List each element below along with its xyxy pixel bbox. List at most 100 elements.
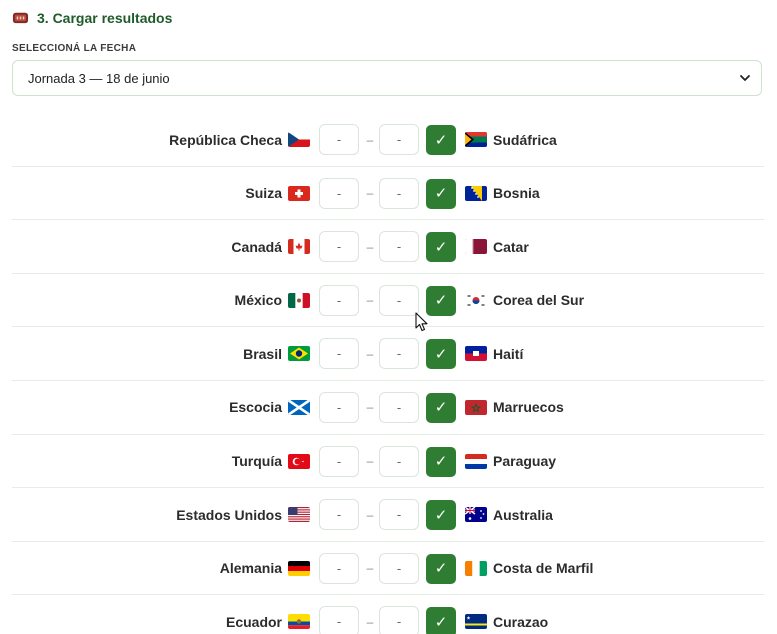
flag-kr-icon: [465, 292, 487, 308]
match-row: Turquía - – - ✓ Paraguay: [12, 435, 764, 489]
checkmark-icon: ✓: [434, 131, 448, 149]
away-score-input[interactable]: -: [379, 124, 419, 155]
home-team: República Checa: [169, 113, 310, 166]
flag-ba-icon: [465, 185, 487, 201]
checkmark-icon: ✓: [434, 613, 448, 631]
away-score-input[interactable]: -: [379, 606, 419, 634]
flag-au-icon: [465, 507, 487, 523]
home-team-name: Ecuador: [225, 613, 282, 630]
flag-ca-icon: [288, 239, 310, 255]
match-row: México - – - ✓ Corea del Sur: [12, 274, 764, 328]
home-team: México: [235, 274, 310, 327]
match-row: Estados Unidos - – - ✓ Australia: [12, 488, 764, 542]
results-page: 3. Cargar resultados SELECCIONÁ LA FECHA…: [0, 0, 777, 634]
section-header: 3. Cargar resultados: [12, 9, 172, 26]
match-row: Brasil - – - ✓ Haití: [12, 327, 764, 381]
match-row: Suiza - – - ✓ Bosnia: [12, 167, 764, 221]
flag-us-icon: [288, 507, 310, 523]
flag-qa-icon: [465, 239, 487, 255]
section-title: 3. Cargar resultados: [37, 9, 173, 26]
away-team-name: Bosnia: [493, 185, 540, 202]
flag-ma-icon: [465, 399, 487, 415]
save-result-button[interactable]: ✓: [426, 232, 456, 263]
save-result-button[interactable]: ✓: [426, 607, 456, 634]
save-result-button[interactable]: ✓: [426, 285, 456, 316]
away-score-input[interactable]: -: [379, 391, 419, 423]
match-list: República Checa - – - ✓ Sudáfrica Suiza - – - ✓ Bos…: [12, 113, 764, 634]
away-score-input[interactable]: -: [379, 338, 419, 370]
away-team: Australia: [465, 488, 553, 541]
home-score-input[interactable]: -: [319, 391, 359, 423]
score-separator: –: [366, 400, 374, 415]
away-team-name: Paraguay: [493, 453, 557, 470]
flag-cw-icon: [465, 614, 487, 630]
flag-br-icon: [288, 346, 310, 362]
away-team: Marruecos: [465, 381, 564, 434]
home-score-input[interactable]: -: [319, 445, 359, 477]
home-team: Turquía: [232, 435, 310, 488]
home-team: Canadá: [231, 220, 310, 273]
date-select[interactable]: Jornada 3 — 18 de junio: [12, 60, 762, 96]
away-score-input[interactable]: -: [379, 499, 419, 531]
save-result-button[interactable]: ✓: [426, 178, 456, 209]
home-team: Brasil: [243, 327, 310, 380]
home-team-name: Turquía: [231, 453, 282, 470]
away-team-name: Sudáfrica: [493, 131, 557, 148]
score-separator: –: [366, 507, 374, 522]
save-result-button[interactable]: ✓: [426, 339, 456, 370]
away-team: Sudáfrica: [465, 113, 557, 166]
away-score-input[interactable]: -: [379, 177, 419, 209]
flag-ch-icon: [288, 185, 310, 201]
home-score-input[interactable]: -: [319, 124, 359, 155]
flag-sco-icon: [288, 399, 310, 415]
save-result-button[interactable]: ✓: [426, 553, 456, 584]
away-team-name: Corea del Sur: [493, 292, 585, 309]
checkmark-icon: ✓: [434, 238, 448, 256]
score-separator: –: [366, 239, 374, 254]
score-separator: –: [366, 454, 374, 469]
home-team-name: Estados Unidos: [176, 506, 282, 523]
away-score-input[interactable]: -: [379, 231, 419, 263]
gamepad-icon: [12, 12, 29, 24]
home-score-input[interactable]: -: [319, 552, 359, 584]
home-team: Ecuador: [226, 595, 310, 634]
away-score-input[interactable]: -: [379, 552, 419, 584]
flag-py-icon: [465, 453, 487, 469]
home-team: Estados Unidos: [176, 488, 310, 541]
checkmark-icon: ✓: [434, 560, 448, 578]
home-score-input[interactable]: -: [319, 338, 359, 370]
away-team-name: Marruecos: [493, 399, 564, 416]
home-score-input[interactable]: -: [319, 177, 359, 209]
save-result-button[interactable]: ✓: [426, 446, 456, 477]
save-result-button[interactable]: ✓: [426, 125, 456, 155]
home-score-input[interactable]: -: [319, 499, 359, 531]
away-team: Costa de Marfil: [465, 542, 593, 595]
flag-ht-icon: [465, 346, 487, 362]
date-picker-label: SELECCIONÁ LA FECHA: [12, 43, 137, 54]
away-score-input[interactable]: -: [379, 445, 419, 477]
save-result-button[interactable]: ✓: [426, 392, 456, 423]
flag-mx-icon: [288, 292, 310, 308]
flag-cz-icon: [288, 132, 310, 147]
home-team-name: Suiza: [245, 185, 282, 202]
home-team: Suiza: [245, 167, 310, 220]
away-score-input[interactable]: -: [379, 284, 419, 316]
home-team-name: República Checa: [169, 131, 282, 148]
checkmark-icon: ✓: [434, 399, 448, 417]
away-team-name: Australia: [493, 506, 553, 523]
save-result-button[interactable]: ✓: [426, 500, 456, 531]
score-separator: –: [366, 132, 374, 147]
flag-za-icon: [465, 132, 487, 147]
home-score-input[interactable]: -: [319, 606, 359, 634]
checkmark-icon: ✓: [434, 453, 448, 471]
checkmark-icon: ✓: [434, 185, 448, 203]
away-team: Catar: [465, 220, 529, 273]
away-team: Bosnia: [465, 167, 540, 220]
flag-de-icon: [288, 560, 310, 576]
checkmark-icon: ✓: [434, 345, 448, 363]
away-team: Corea del Sur: [465, 274, 584, 327]
home-team: Escocia: [229, 381, 310, 434]
score-separator: –: [366, 561, 374, 576]
home-score-input[interactable]: -: [319, 231, 359, 263]
home-score-input[interactable]: -: [319, 284, 359, 316]
